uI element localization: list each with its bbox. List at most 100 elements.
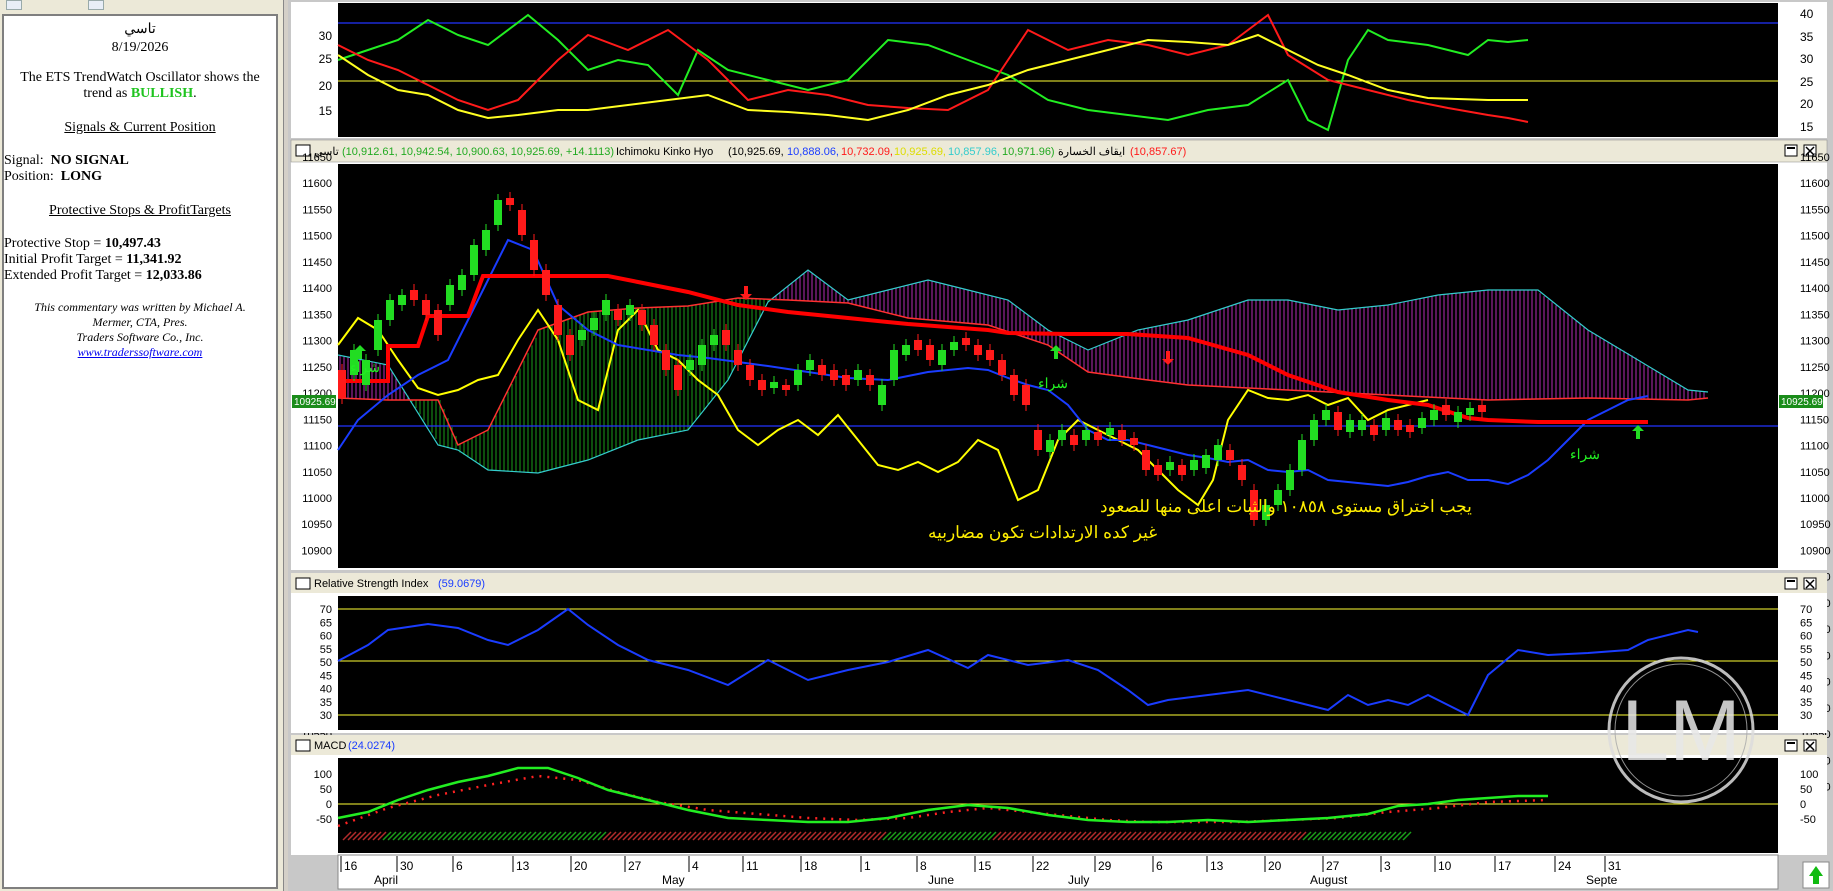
price-tick-left: 11650 bbox=[302, 152, 332, 164]
price-tick-right: 11500 bbox=[1800, 231, 1830, 243]
signal-row: Signal: NO SIGNAL bbox=[4, 153, 276, 169]
annotation-line1: يجب اختراق مستوى ١٠٨٥٨ والثبات اعلى منها… bbox=[1100, 497, 1472, 517]
ext-target-value: 12,033.86 bbox=[145, 268, 202, 283]
panel-menu-icon[interactable] bbox=[295, 577, 311, 590]
oscillator-panel: 30 25 20 15 40 35 30 25 20 15 bbox=[291, 2, 1827, 138]
candle-body bbox=[1046, 440, 1054, 452]
candle-body bbox=[542, 270, 550, 295]
candle-body bbox=[1178, 465, 1186, 475]
candle-body bbox=[482, 230, 490, 250]
candle-body bbox=[1406, 425, 1414, 432]
macd-tick-left: -50 bbox=[316, 814, 332, 826]
macd-value: (24.0274) bbox=[348, 740, 395, 752]
candle-body bbox=[1370, 425, 1378, 435]
candle-body bbox=[1106, 428, 1114, 435]
candle-body bbox=[590, 318, 598, 330]
candle-body bbox=[1322, 410, 1330, 420]
price-tick-left: 10950 bbox=[301, 519, 332, 531]
candle-body bbox=[1394, 420, 1402, 430]
candle-body bbox=[1238, 465, 1246, 480]
rsi-tick-left: 55 bbox=[320, 644, 332, 656]
candle-body bbox=[1298, 440, 1306, 470]
scroll-right-icon[interactable] bbox=[1802, 861, 1830, 889]
price-tick-right: 11100 bbox=[1800, 441, 1829, 453]
candle-body bbox=[962, 338, 970, 345]
rsi-tick-right: 65 bbox=[1800, 617, 1812, 629]
website-link[interactable]: www.traderssoftware.com bbox=[78, 345, 203, 359]
osc-tick-left: 20 bbox=[319, 79, 333, 93]
commentary-symbol: تاسي bbox=[124, 22, 156, 37]
candle-body bbox=[674, 365, 682, 390]
date-tick: 11 bbox=[746, 859, 759, 873]
price-tick-left: 11500 bbox=[302, 231, 332, 243]
candle-body bbox=[782, 385, 790, 390]
candle-body bbox=[434, 310, 442, 335]
candle-body bbox=[530, 240, 538, 270]
macd-tick-right: 100 bbox=[1800, 769, 1818, 781]
price-tick-left: 11250 bbox=[302, 362, 332, 374]
candle-body bbox=[974, 345, 982, 355]
last-price-tag-left: 10925.69 bbox=[292, 395, 336, 408]
month-label: April bbox=[374, 873, 398, 887]
date-tick: 20 bbox=[574, 859, 588, 873]
date-tick: 20 bbox=[1268, 859, 1282, 873]
maximize-icon[interactable] bbox=[1784, 144, 1798, 157]
panel-menu-icon[interactable] bbox=[295, 739, 311, 752]
price-tick-right: 11050 bbox=[1800, 467, 1830, 479]
trend-value: BULLISH bbox=[130, 86, 194, 101]
close-icon[interactable] bbox=[1803, 739, 1817, 752]
date-tick: 6 bbox=[1156, 859, 1163, 873]
candle-body bbox=[842, 375, 850, 385]
candle-body bbox=[1010, 375, 1018, 395]
signal-label: Signal: bbox=[4, 153, 44, 168]
candle-body bbox=[470, 245, 478, 275]
candle-body bbox=[698, 345, 706, 365]
date-tick: 13 bbox=[516, 859, 530, 873]
candle-body bbox=[1226, 450, 1234, 460]
close-icon[interactable] bbox=[1803, 577, 1817, 590]
candle-body bbox=[1454, 412, 1462, 422]
candle-body bbox=[1166, 462, 1174, 470]
candle-body bbox=[758, 380, 766, 390]
candle-body bbox=[1286, 470, 1294, 490]
target-label: Initial Profit Target = bbox=[4, 252, 127, 267]
commentary-panel: تاسي 8/19/2026 The ETS TrendWatch Oscill… bbox=[0, 0, 284, 891]
trend-prefix: trend as bbox=[83, 86, 131, 101]
maximize-icon[interactable] bbox=[1784, 577, 1798, 590]
candle-body bbox=[1082, 430, 1090, 440]
stop-value: 10,497.43 bbox=[104, 236, 161, 251]
date-tick: 18 bbox=[804, 859, 818, 873]
price-tick-left: 11350 bbox=[302, 309, 332, 321]
price-tick-left: 10900 bbox=[301, 545, 332, 557]
commentary-line1: The ETS TrendWatch Oscillator shows the bbox=[20, 70, 260, 85]
price-tick-right: 11650 bbox=[1800, 152, 1830, 164]
stop-loss-value: (10,857.67) bbox=[1130, 146, 1186, 158]
maximize-icon[interactable] bbox=[1784, 739, 1798, 752]
rsi-tick-left: 45 bbox=[320, 670, 332, 682]
rsi-tick-left: 70 bbox=[320, 604, 332, 616]
price-tick-right: 11250 bbox=[1800, 362, 1830, 374]
macd-tick-left: 50 bbox=[320, 784, 332, 796]
candle-body bbox=[1214, 445, 1222, 460]
candle-body bbox=[890, 350, 898, 380]
osc-tick-right: 30 bbox=[1800, 52, 1814, 66]
price-tick-right: 11450 bbox=[1800, 257, 1830, 269]
price-tick-left: 11150 bbox=[303, 414, 332, 426]
osc-tick-left: 30 bbox=[319, 29, 333, 43]
osc-tick-right: 40 bbox=[1800, 7, 1814, 21]
price-tick-left: 11550 bbox=[302, 204, 332, 216]
candle-body bbox=[1478, 405, 1486, 412]
toolbar-button[interactable] bbox=[88, 0, 104, 10]
ichimoku-v1: (10,925.69, bbox=[728, 146, 784, 158]
candle-body bbox=[686, 360, 694, 370]
candle-body bbox=[710, 335, 718, 345]
price-tick-left: 11450 bbox=[302, 257, 332, 269]
rsi-title: Relative Strength Index bbox=[314, 578, 429, 590]
price-tick-right: 11350 bbox=[1800, 309, 1830, 321]
last-price-right: 10925.69 bbox=[1781, 397, 1823, 408]
svg-text:LM: LM bbox=[1621, 683, 1740, 779]
candle-body bbox=[398, 295, 406, 305]
toolbar-button[interactable] bbox=[6, 0, 22, 10]
price-tick-left: 11600 bbox=[302, 178, 332, 190]
candle-body bbox=[410, 290, 418, 300]
